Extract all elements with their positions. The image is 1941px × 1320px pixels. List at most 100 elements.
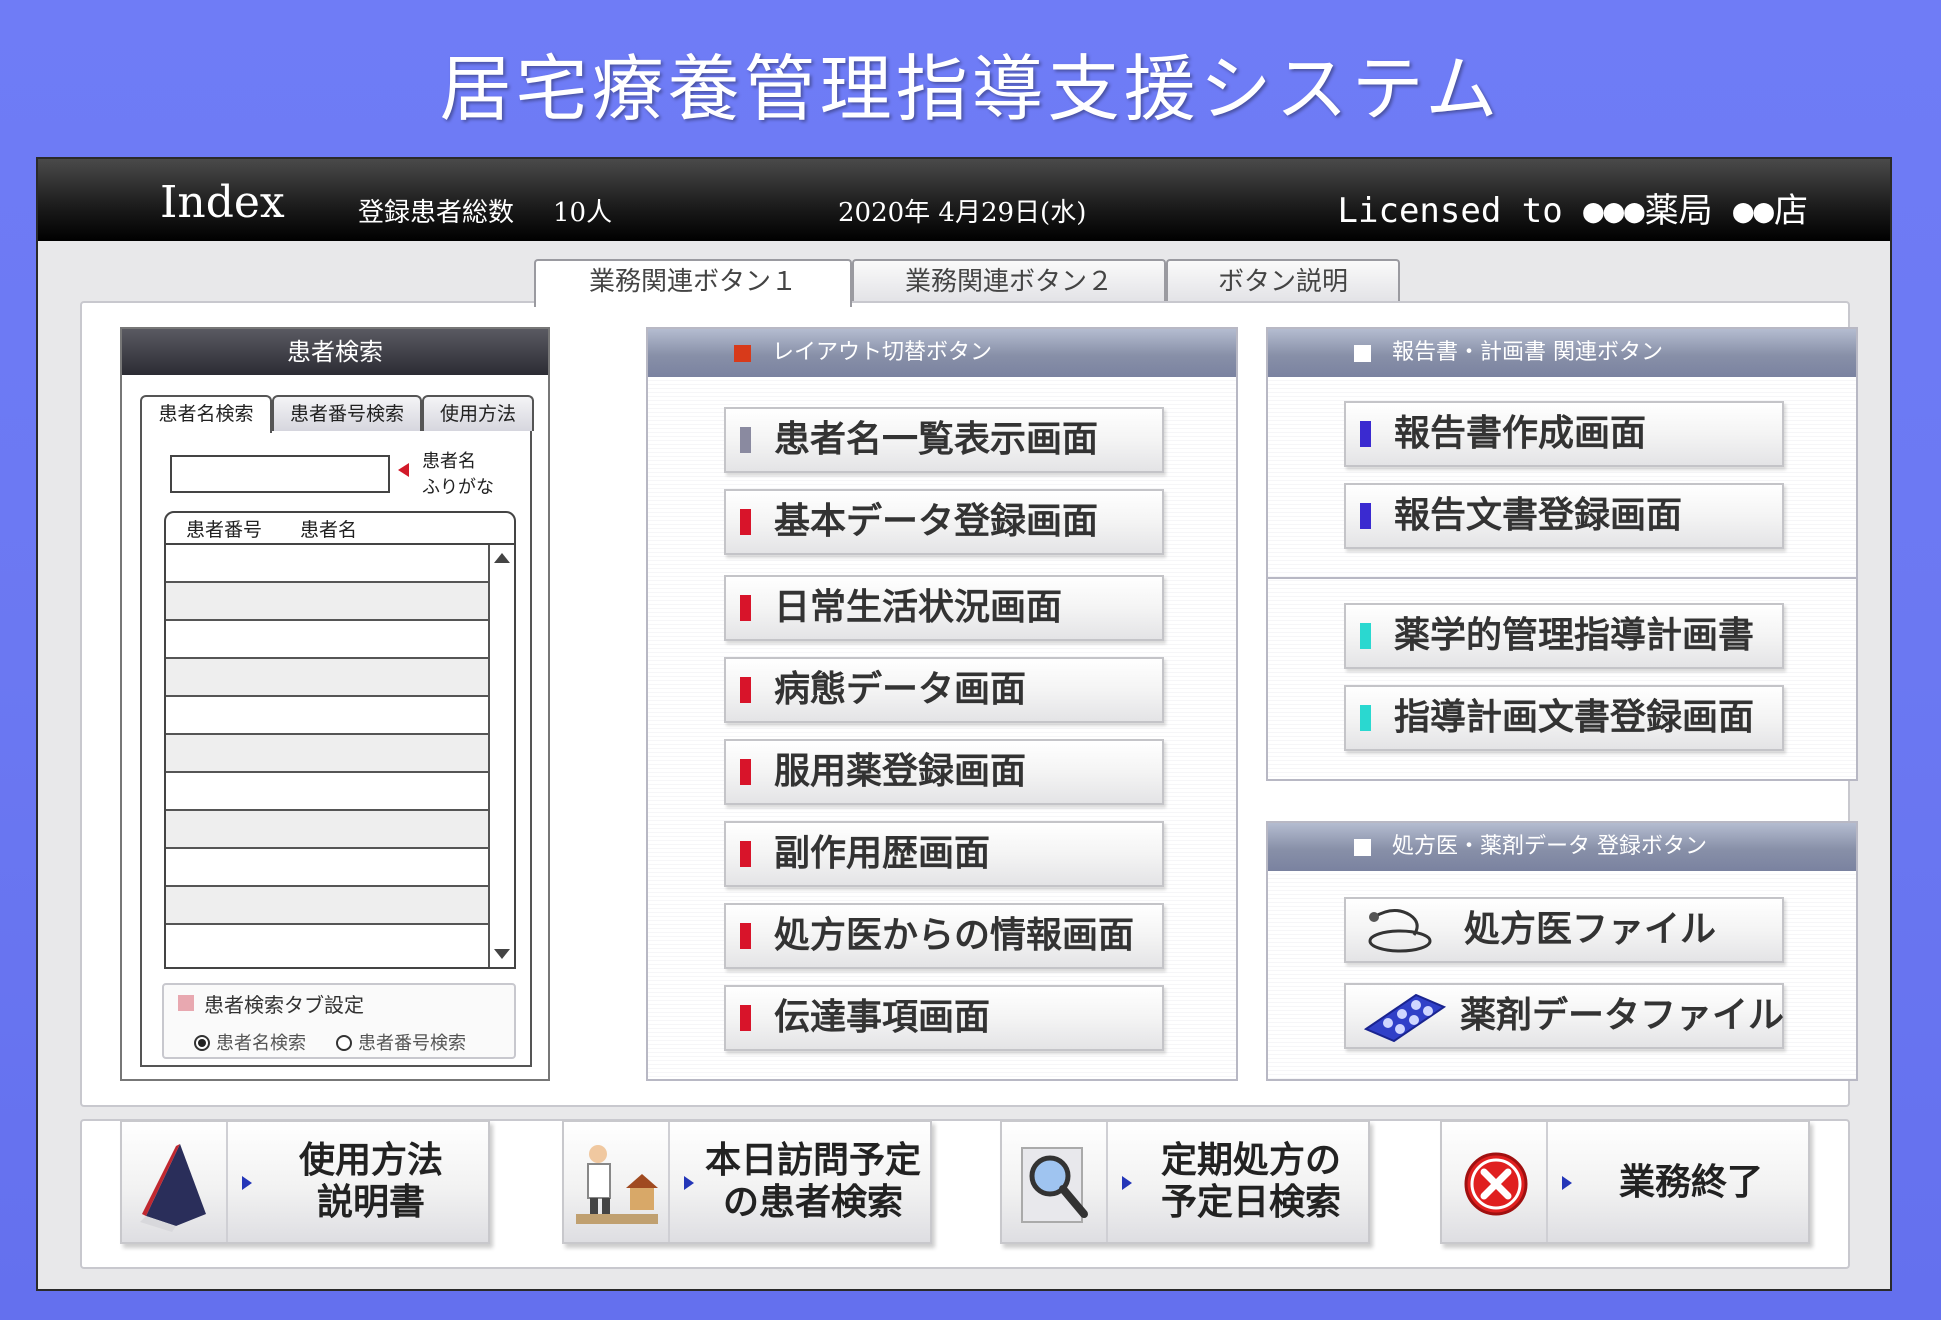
- setting-title: 患者検索タブ設定: [204, 993, 364, 1017]
- prescriber-data-header: 処方医・薬剤データ 登録ボタン: [1268, 823, 1856, 871]
- prescriber-info-button[interactable]: 処方医からの情報画面: [724, 903, 1164, 969]
- bar-icon: [740, 923, 751, 949]
- setting-square-icon: [178, 995, 194, 1011]
- main-panel: 患者検索 患者名検索 患者番号検索 使用方法 患者名 ふりがな 患者番号 患者名: [80, 301, 1858, 1107]
- pharma-plan-button[interactable]: 薬学的管理指導計画書: [1344, 603, 1784, 669]
- scroll-down-icon[interactable]: [494, 949, 510, 959]
- regular-prescription-search-button[interactable]: 定期処方の 予定日検索: [1000, 1120, 1370, 1244]
- table-row[interactable]: [166, 811, 490, 849]
- daily-life-button[interactable]: 日常生活状況画面: [724, 575, 1164, 641]
- side-effect-button[interactable]: 副作用歴画面: [724, 821, 1164, 887]
- search-icon-box: [1002, 1122, 1108, 1242]
- search-hint-line1: 患者名: [422, 451, 476, 472]
- close-icon: [1464, 1152, 1528, 1216]
- prescriber-file-button[interactable]: 処方医ファイル: [1344, 897, 1784, 963]
- col-patient-name: 患者名: [300, 519, 358, 541]
- medication-button[interactable]: 服用薬登録画面: [724, 739, 1164, 805]
- patient-list-button[interactable]: 患者名一覧表示画面: [724, 407, 1164, 473]
- prescriber-data-title: 処方医・薬剤データ 登録ボタン: [1392, 834, 1707, 859]
- bar-icon: [1360, 705, 1371, 731]
- manual-button[interactable]: 使用方法 説明書: [120, 1120, 490, 1244]
- index-label: Index: [160, 177, 285, 228]
- table-row[interactable]: [166, 659, 490, 697]
- list-scrollbar[interactable]: [488, 545, 514, 967]
- bar-icon: [740, 595, 751, 621]
- tab-business-2[interactable]: 業務関連ボタン２: [852, 259, 1166, 303]
- radio-checked-icon[interactable]: [194, 1035, 210, 1051]
- manual-book-icon: [140, 1144, 206, 1232]
- bar-icon: [740, 427, 751, 453]
- visit-icon-box: [564, 1122, 670, 1242]
- arrow-right-icon: [1122, 1176, 1132, 1190]
- plan-document-button[interactable]: 指導計画文書登録画面: [1344, 685, 1784, 751]
- stethoscope-icon: [1368, 909, 1432, 953]
- tab-business-1[interactable]: 業務関連ボタン１: [534, 259, 852, 307]
- arrow-right-icon: [1562, 1176, 1572, 1190]
- search-hint: 患者名 ふりがな: [422, 449, 494, 501]
- patient-name-input[interactable]: [170, 455, 390, 493]
- table-row[interactable]: [166, 773, 490, 811]
- magnifier-icon: [1021, 1147, 1088, 1223]
- search-tab-setting: 患者検索タブ設定 患者名検索 患者番号検索: [162, 983, 516, 1059]
- report-create-button[interactable]: 報告書作成画面: [1344, 401, 1784, 467]
- patient-rows: [166, 545, 490, 963]
- license-label: Licensed to ●●●薬局 ●●店: [1337, 191, 1808, 231]
- report-document-button[interactable]: 報告文書登録画面: [1344, 483, 1784, 549]
- radio-unchecked-icon[interactable]: [336, 1035, 352, 1051]
- radio-number-search[interactable]: 患者番号検索: [336, 1029, 466, 1055]
- layout-switch-header: レイアウト切替ボタン: [648, 329, 1236, 377]
- patient-count-label: 登録患者総数: [358, 198, 515, 228]
- bar-icon: [740, 841, 751, 867]
- patient-result-list: 患者番号 患者名: [164, 511, 516, 969]
- bar-icon: [1360, 503, 1371, 529]
- report-plan-body: 報告書作成画面 報告文書登録画面 薬学的管理指導計画書 指導計画文書登録画面: [1268, 377, 1856, 779]
- radio-name-label: 患者名検索: [216, 1033, 306, 1054]
- tab-usage[interactable]: 使用方法: [422, 395, 534, 431]
- patient-count-value: 10人: [553, 198, 613, 228]
- exit-label: 業務終了: [1618, 1162, 1763, 1203]
- report-plan-title: 報告書・計画書 関連ボタン: [1392, 340, 1663, 365]
- table-row[interactable]: [166, 735, 490, 773]
- message-button[interactable]: 伝達事項画面: [724, 985, 1164, 1051]
- bar-icon: [740, 677, 751, 703]
- tab-name-search[interactable]: 患者名検索: [140, 395, 272, 433]
- drug-data-file-button[interactable]: 薬剤データファイル: [1344, 983, 1784, 1049]
- prescriber-data-group: 処方医・薬剤データ 登録ボタン 処方医ファイル 薬剤データファイル: [1266, 821, 1858, 1081]
- exit-button[interactable]: 業務終了: [1440, 1120, 1810, 1244]
- scroll-up-icon[interactable]: [494, 553, 510, 563]
- today-visit-search-button[interactable]: 本日訪問予定 の患者検索: [562, 1120, 932, 1244]
- app-title: 居宅療養管理指導支援システム: [439, 47, 1502, 131]
- current-date: 2020年 4月29日(水): [838, 198, 1087, 228]
- condition-data-button[interactable]: 病態データ画面: [724, 657, 1164, 723]
- tab-button-help[interactable]: ボタン説明: [1166, 259, 1400, 303]
- table-row[interactable]: [166, 887, 490, 925]
- patient-search-panel: 患者検索 患者名検索 患者番号検索 使用方法 患者名 ふりがな 患者番号 患者名: [120, 327, 550, 1081]
- patient-list-header: 患者番号 患者名: [166, 513, 514, 545]
- report-plan-group: 報告書・計画書 関連ボタン 報告書作成画面 報告文書登録画面 薬学的管理指導計画…: [1266, 327, 1858, 781]
- pill-pack-icon: [1363, 993, 1447, 1043]
- layout-switch-group: レイアウト切替ボタン 患者名一覧表示画面 基本データ登録画面 日常生活状況画面 …: [646, 327, 1238, 1081]
- bar-icon: [740, 509, 751, 535]
- table-row[interactable]: [166, 583, 490, 621]
- square-icon: [734, 345, 751, 362]
- patient-search-body: 患者名検索 患者番号検索 使用方法 患者名 ふりがな 患者番号 患者名 患者検索…: [140, 395, 534, 1067]
- exit-icon-box: [1442, 1122, 1548, 1242]
- table-row[interactable]: [166, 849, 490, 887]
- table-row[interactable]: [166, 925, 490, 963]
- radio-name-search[interactable]: 患者名検索: [194, 1029, 306, 1055]
- header-bar: Index 登録患者総数 10人 2020年 4月29日(水) Licensed…: [38, 159, 1890, 241]
- home-visit-icon: [576, 1145, 658, 1224]
- table-row[interactable]: [166, 545, 490, 583]
- table-row[interactable]: [166, 697, 490, 735]
- table-row[interactable]: [166, 621, 490, 659]
- regular-prescription-label: 定期処方の 予定日検索: [1160, 1140, 1341, 1223]
- bar-icon: [740, 1005, 751, 1031]
- square-icon: [1354, 839, 1371, 856]
- basic-data-button[interactable]: 基本データ登録画面: [724, 489, 1164, 555]
- arrow-right-icon: [684, 1176, 694, 1190]
- bar-icon: [1360, 421, 1371, 447]
- report-plan-header: 報告書・計画書 関連ボタン: [1268, 329, 1856, 377]
- tab-number-search[interactable]: 患者番号検索: [272, 395, 422, 431]
- prescriber-data-body: 処方医ファイル 薬剤データファイル: [1268, 871, 1856, 1079]
- group-divider: [1268, 577, 1856, 579]
